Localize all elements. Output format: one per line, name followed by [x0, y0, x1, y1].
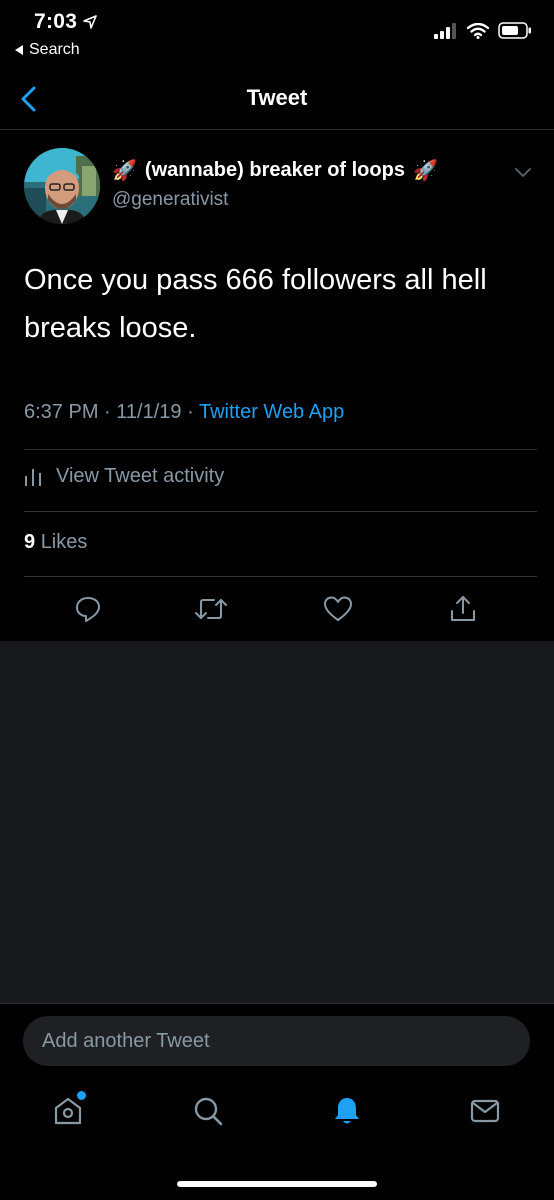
status-icons	[434, 22, 532, 39]
like-button[interactable]	[318, 589, 358, 629]
tab-search[interactable]	[186, 1089, 230, 1133]
tweet-detail: 🚀 (wannabe) breaker of loops 🚀 @generati…	[0, 131, 554, 641]
avatar[interactable]	[24, 148, 100, 224]
back-to-search-link[interactable]: Search	[14, 41, 80, 59]
back-triangle-icon	[15, 45, 23, 55]
location-arrow-icon	[83, 15, 98, 29]
home-unread-dot	[77, 1091, 86, 1100]
likes-count-link[interactable]: 9 Likes	[24, 531, 87, 554]
activity-label: View Tweet activity	[56, 465, 225, 487]
chevron-down-icon	[515, 168, 531, 177]
status-bar: 7:03 Search	[0, 0, 554, 70]
meta-separator: ·	[104, 401, 111, 423]
tab-messages[interactable]	[463, 1089, 507, 1133]
wifi-icon	[467, 22, 489, 39]
tweet-menu-button[interactable]	[514, 165, 532, 183]
bar-chart-icon	[25, 468, 41, 486]
tweet-date: 11/1/19	[116, 401, 182, 423]
cellular-signal-icon	[434, 22, 456, 39]
tweet-actions	[0, 589, 554, 629]
status-time-text: 7:03	[34, 10, 78, 33]
heart-icon	[324, 596, 352, 621]
rocket-emoji-right: 🚀	[412, 160, 438, 182]
tab-bar	[0, 1089, 554, 1139]
share-button[interactable]	[443, 589, 483, 629]
display-name-text: (wannabe) breaker of loops	[144, 159, 405, 181]
back-app-label: Search	[29, 41, 80, 58]
meta-separator: ·	[187, 401, 194, 423]
likes-number: 9	[24, 531, 36, 553]
retweet-icon	[195, 599, 227, 619]
bell-icon	[335, 1098, 359, 1124]
tab-home[interactable]	[46, 1089, 90, 1133]
display-name[interactable]: 🚀 (wannabe) breaker of loops 🚀	[112, 158, 438, 183]
divider	[24, 576, 537, 577]
share-icon	[451, 596, 475, 621]
divider	[24, 511, 537, 512]
retweet-button[interactable]	[191, 589, 231, 629]
tweet-meta: 6:37 PM · 11/1/19 · Twitter Web App	[24, 401, 344, 424]
bottom-area: Add another Tweet	[0, 1003, 554, 1200]
user-handle[interactable]: @generativist	[112, 189, 228, 211]
view-tweet-activity-button[interactable]: View Tweet activity	[24, 465, 224, 488]
status-time: 7:03	[34, 10, 98, 34]
search-icon	[194, 1097, 223, 1126]
tweet-time: 6:37 PM	[24, 401, 99, 423]
tweet-text: Once you pass 666 followers all hell bre…	[24, 264, 487, 344]
reply-button[interactable]	[68, 589, 108, 629]
nav-bar: Tweet	[0, 70, 554, 130]
likes-label: Likes	[40, 531, 88, 553]
avatar-image	[24, 148, 100, 224]
add-another-tweet-input[interactable]: Add another Tweet	[23, 1016, 530, 1066]
divider	[24, 449, 537, 450]
reply-icon	[76, 597, 100, 622]
home-indicator[interactable]	[177, 1181, 377, 1187]
mail-icon	[470, 1099, 500, 1123]
rocket-emoji-left: 🚀	[112, 160, 137, 182]
tweet-source-link[interactable]: Twitter Web App	[199, 401, 344, 423]
page-title: Tweet	[246, 85, 308, 110]
empty-replies-area	[0, 641, 554, 1003]
battery-icon	[498, 22, 531, 39]
tab-notifications[interactable]	[325, 1089, 369, 1133]
